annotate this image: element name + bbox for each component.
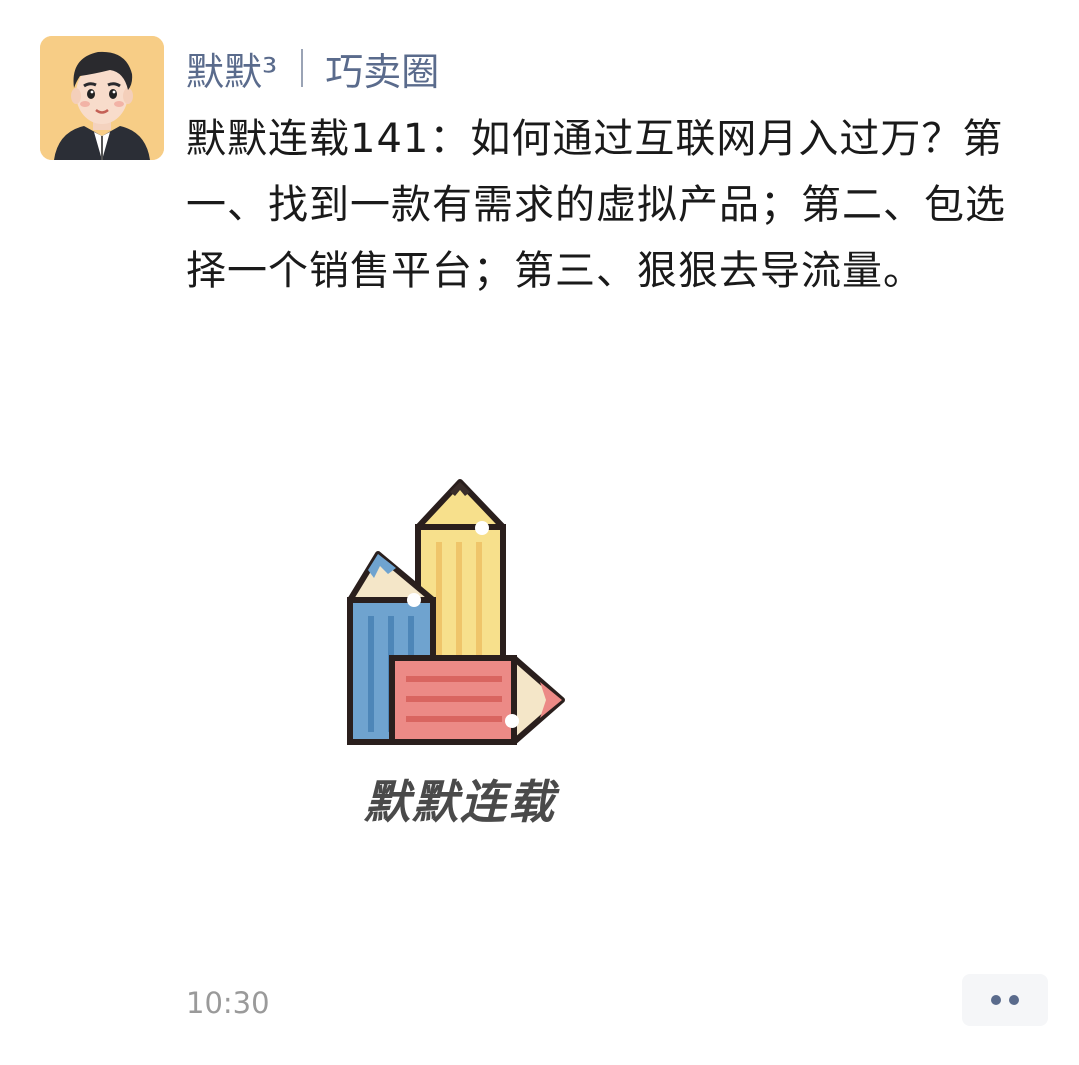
- header-divider: [301, 49, 304, 87]
- post-header: 默默³ 巧卖圈: [186, 40, 439, 96]
- author-avatar[interactable]: [40, 36, 164, 160]
- pencils-logo-icon: [347, 479, 565, 745]
- author-name-link[interactable]: 默默³: [186, 41, 277, 96]
- image-caption-text: 默默连载: [364, 775, 556, 829]
- more-dots-icon: [991, 995, 1001, 1005]
- more-dots-icon: [1009, 995, 1019, 1005]
- circle-name-link[interactable]: 巧卖圈: [325, 41, 439, 96]
- more-options-button[interactable]: [962, 974, 1048, 1026]
- post-image[interactable]: 默默连载: [310, 470, 610, 830]
- cartoon-man-avatar-icon: [40, 36, 164, 160]
- moment-post: 默默³ 巧卖圈 默默连载141：如何通过互联网月入过万？第一、找到一款有需求的虚…: [0, 0, 1079, 1065]
- post-timestamp: 10:30: [186, 986, 270, 1020]
- post-body-text: 默默连载141：如何通过互联网月入过万？第一、找到一款有需求的虚拟产品；第二、包…: [186, 116, 1006, 294]
